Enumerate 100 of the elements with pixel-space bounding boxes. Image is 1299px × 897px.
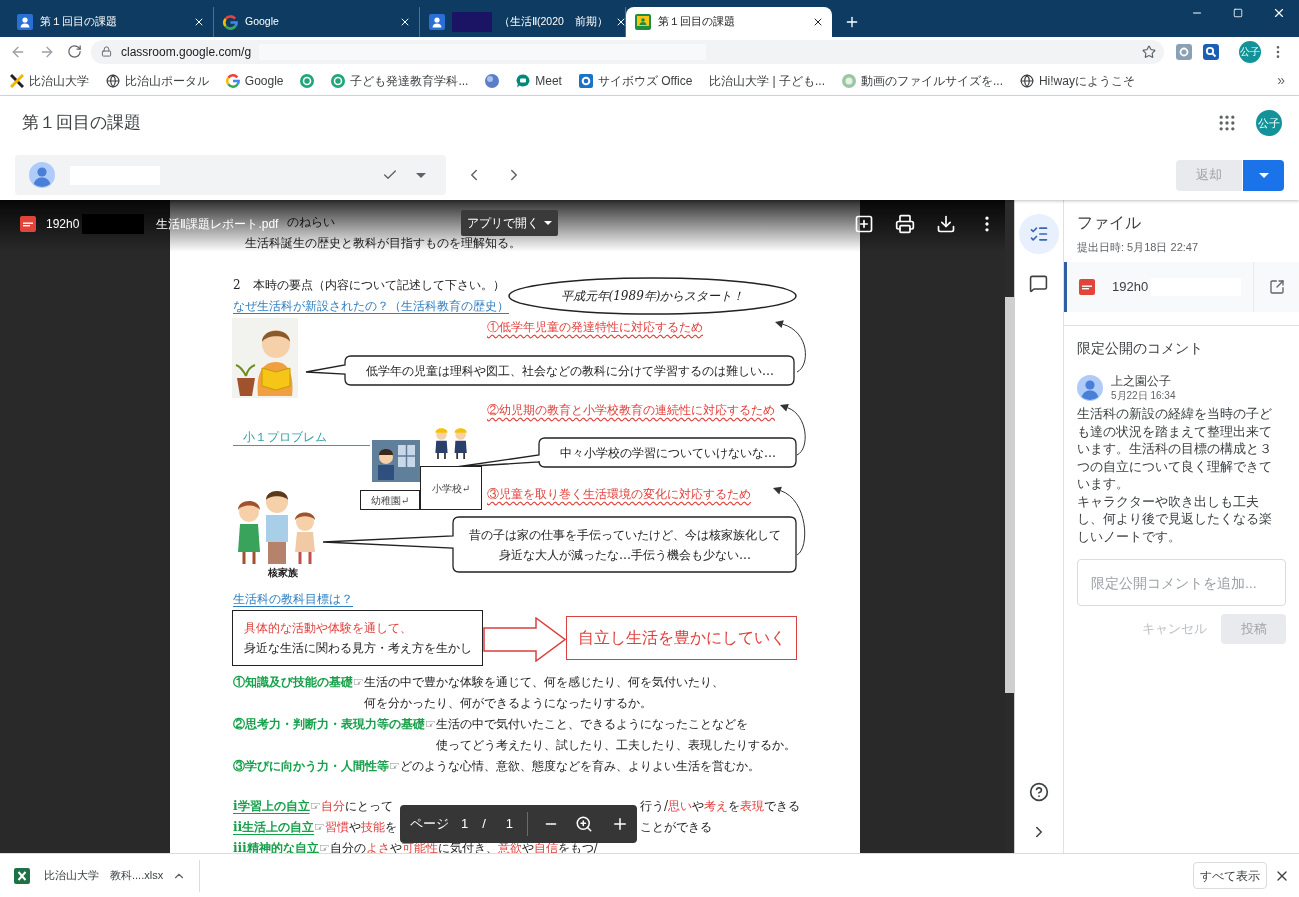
letter-g-icon [225,73,240,88]
file-badge-icon [1079,279,1095,295]
autonomy-item: ことができる [640,819,712,836]
family-caption: 核家族 [268,567,298,579]
globe-icon [105,73,120,88]
file-id: 192h0 [46,216,80,233]
sphere-icon [485,73,500,88]
browser-tab[interactable]: 第１回目の課題 [626,7,832,37]
school-label: 小学校↵ [420,466,482,510]
bookmark-item[interactable]: Meet [516,71,562,90]
close-icon[interactable] [193,16,205,28]
comment-time: 5月22日 16:34 [1111,390,1176,402]
caret-icon[interactable] [544,221,552,225]
heading-fragment: のねらい [287,214,335,230]
page-count: 1 [505,815,514,834]
avatar-icon [29,162,55,188]
chat-bubble-icon [516,73,531,88]
comment-icon [1029,273,1049,293]
page-title: 第１回目の課題 [22,112,141,135]
window-child-drawing [372,440,420,482]
goal-item: ①知識及び技能の基礎☞生活の中で豊かな体験を通じて、何を感じたり、何を気付いたり、 何を分かったり、何ができるようになったりするか。 [233,674,724,712]
dropdown-button[interactable] [1243,159,1284,191]
attachment-name: 192h0 [1112,278,1149,297]
section-title: 2 本時の要点（内容について記述して下さい。） [233,277,505,293]
page-label: ページ [410,815,449,834]
autonomy-item: ⅱ生活上の自立☞習慣や技能を [233,819,398,836]
bookmark-item[interactable]: 比治山大学 | 子ども... [709,71,826,90]
comment-text: 生活科の新設の経緯を当時の子ども達の状況を踏まえて整理出来ています。生活科の目標の構成と３つの自立について良く理解できています。 キャラクターや吹き出しも工夫し、何より後で見返したくなる楽しいノートです。 [1077,405,1273,545]
bookmark-item[interactable]: Hi!wayにようこそ [1019,71,1135,90]
address-field[interactable]: classroom.google.com/g [91,39,1164,64]
autonomy-item: 行う/思いや考えを表現できる [640,798,801,815]
goal-text: 具体的な活動や体験を通して、 身近な生活に関わる見方・考え方を生かし [244,620,472,657]
download-item[interactable]: 比治山大学 教科....xlsx [14,867,164,884]
bubble-text: 中々小学校の学習についていけないな… [560,444,776,462]
show-all-button[interactable]: すべて表示 [1193,862,1267,889]
tile-icon [578,73,593,88]
profile-avatar[interactable]: 公子 [1256,110,1282,136]
apps-grid-icon[interactable] [1217,113,1237,133]
aim-text: 生活科誕生の歴史と教科が目指すものを理解知る。 [245,235,521,251]
person-badge-icon [17,14,33,30]
ring-icon [331,73,346,88]
bookmark-item[interactable]: 比治山ポータル [105,71,209,90]
reload-icon[interactable] [67,44,82,59]
question-heading: なぜ生活科が新設されたの？（生活科教育の歴史） [233,298,509,314]
close-icon[interactable] [812,16,824,28]
problem-label: 小１プロブレム [233,429,370,446]
goal-item: ②思考力・判断力・表現力等の基礎☞生活の中で気付いたこと、できるようになったことなどを 使ってどう考えたり、試したり、工夫したり、表現したりするか。 [233,716,796,754]
person-badge-icon [429,14,445,30]
disc-icon [841,73,856,88]
file-card[interactable]: 192h0 [1064,262,1299,312]
comment-input[interactable]: 限定公開コメントを追加... [1077,559,1286,606]
bookmark-item[interactable]: サイボウズ Office [578,71,693,90]
star-icon[interactable] [1142,44,1156,59]
bookmark-item[interactable] [300,73,315,88]
bookmark-item[interactable]: 比治山大学 [10,71,89,90]
callout-text: 平成元年(1989年)からスタート！ [560,288,745,305]
open-in-new-icon[interactable] [1268,279,1285,295]
checklist-icon [1028,224,1049,244]
open-with-button[interactable]: アプリで開く [461,210,558,236]
submission-time: 提出日時: 5月18日 22:47 [1077,240,1199,254]
caret-icon[interactable] [416,172,426,178]
bookmark-item[interactable]: 動画のファイルサイズを... [841,71,1003,90]
bookmark-item[interactable]: Google [225,71,284,90]
square-extension-icon[interactable] [1176,43,1192,60]
add-comment-icon[interactable] [853,214,874,234]
help-icon[interactable] [1028,782,1049,802]
magnifier-tile-icon[interactable] [1203,43,1219,60]
school-label: 幼稚園↵ [360,490,420,510]
result-text: 自立し生活を豊かにしていく [577,627,786,649]
reason-label: ③児童を取り巻く生活環境の変化に対応するため [487,486,751,502]
zoom-in-icon[interactable] [575,815,594,833]
goal-question: 生活科の教科目標は？ [233,591,353,607]
file-badge-icon [20,216,36,232]
print-icon[interactable] [894,214,915,234]
bubble-text: 昔の子は家の仕事を手伝っていたけど、今は核家族化して 身近な大人が減ったな…手伝う機会も少ない… [469,526,781,564]
reason-label: ②幼児期の教育と小学校教育の連続性に対応するため [487,402,775,418]
bookmarks-overflow[interactable]: » [1277,70,1285,91]
page-number: 1 [461,815,469,834]
scrollbar-thumb[interactable] [1004,297,1014,693]
x-tile-icon [14,867,30,884]
bubble-text: 低学年の児童は理科や図工、社会などの教科に分けて学習するのは難しい… [366,362,774,380]
download-icon[interactable] [935,214,956,234]
goal-item: ③学びに向かう力・人間性等☞どのような心情、意欲、態度などを育み、よりよい生活を営むか。 [233,758,760,775]
board-icon [635,14,651,30]
comment-author: 上之園公子 [1111,374,1172,388]
reason-label: ①低学年児童の発達特性に対応するため [487,319,703,335]
bookmark-item[interactable]: 子ども発達教育学科... [331,71,469,90]
bookmark-item[interactable] [485,73,500,88]
maximize-icon[interactable] [1232,8,1243,18]
cross-mark-icon [10,73,24,88]
avatar-icon [1077,375,1103,401]
section-title: ファイル [1077,213,1141,233]
autonomy-item: ⅰ学習上の自立☞自分にとって [233,798,393,815]
close-icon[interactable] [399,16,411,28]
profile-avatar[interactable]: 公子 [1239,40,1261,63]
section-title: 限定公開のコメント [1077,339,1203,357]
new-tab-icon[interactable] [844,14,860,30]
page-separator: / [482,815,486,834]
globe-icon [1019,73,1034,88]
lock-icon [101,46,112,57]
